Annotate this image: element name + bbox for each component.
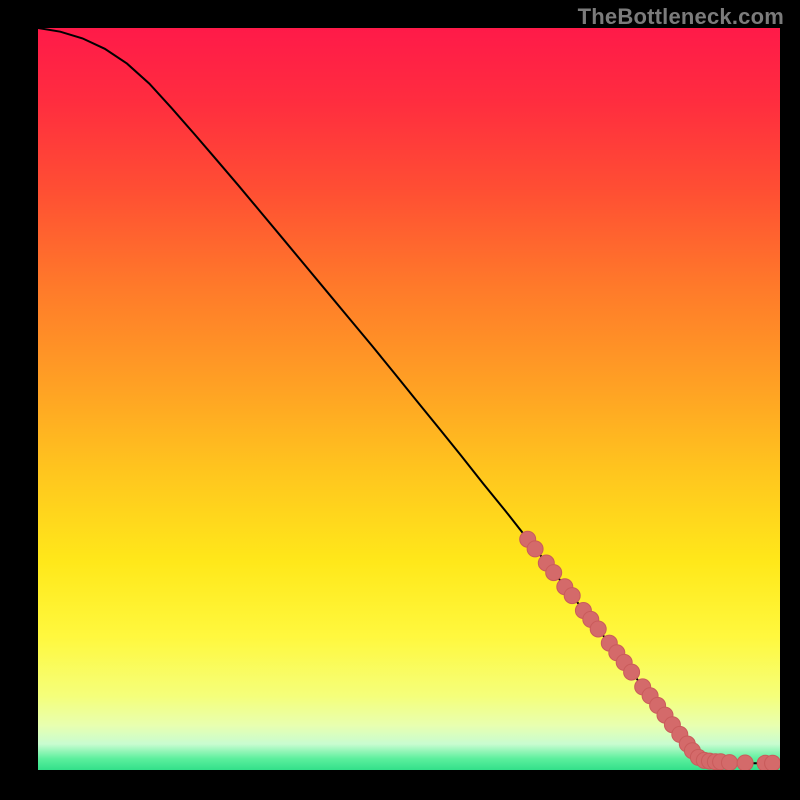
chart-svg bbox=[38, 28, 780, 770]
attribution-text: TheBottleneck.com bbox=[578, 4, 784, 30]
data-marker bbox=[722, 755, 738, 770]
data-marker bbox=[737, 755, 753, 770]
chart-frame: TheBottleneck.com bbox=[0, 0, 800, 800]
data-marker bbox=[590, 621, 606, 637]
data-marker bbox=[564, 588, 580, 604]
data-marker bbox=[527, 541, 543, 557]
plot-area bbox=[38, 28, 780, 770]
gradient-background bbox=[38, 28, 780, 770]
data-marker bbox=[765, 755, 780, 770]
data-marker bbox=[624, 664, 640, 680]
data-marker bbox=[546, 565, 562, 581]
